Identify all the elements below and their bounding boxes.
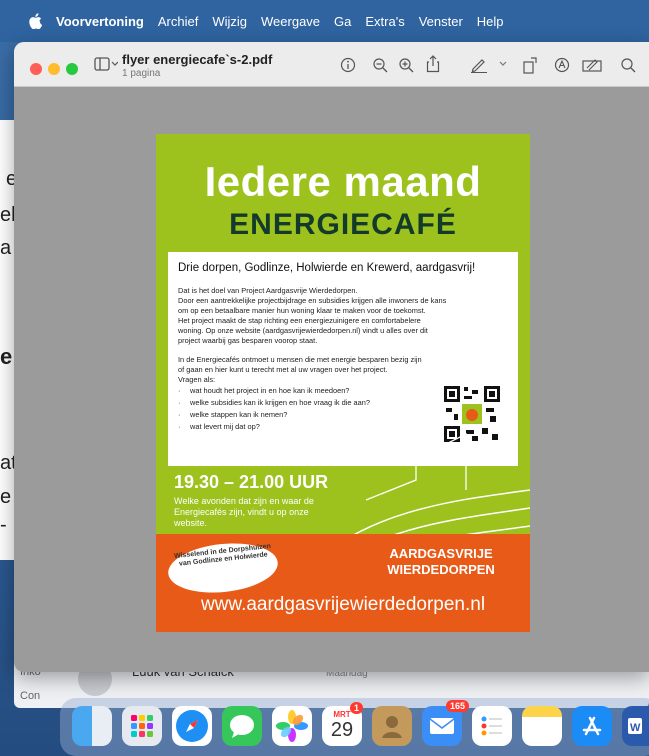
paragraph-line: In de Energiecafés ontmoet u mensen die … — [178, 355, 422, 364]
bg-text-fragment: e — [0, 344, 13, 369]
brand-name: AARDGASVRIJE WIERDEDORPEN — [387, 546, 495, 577]
paragraph-line: Het project maakt de stap richting een e… — [178, 316, 421, 325]
mail-icon[interactable] — [422, 706, 462, 746]
rotate-icon[interactable] — [522, 56, 538, 74]
calendar-badge: 1 — [350, 702, 364, 714]
reminders-icon[interactable] — [472, 706, 512, 746]
menu-archief[interactable]: Archief — [158, 14, 198, 29]
close-button[interactable] — [30, 63, 42, 75]
document-title: flyer energiecafe`s-2.pdf — [122, 52, 273, 67]
menu-wijzig[interactable]: Wijzig — [212, 14, 247, 29]
menu-bar: Voorvertoning Archief Wijzig Weergave Ga… — [0, 0, 649, 42]
markup-pen-icon[interactable] — [470, 57, 488, 73]
flyer-title: Iedere maand — [204, 158, 482, 205]
title-bar: flyer energiecafe`s-2.pdf 1 pagina — [14, 42, 649, 87]
chevron-down-icon[interactable] — [498, 60, 508, 68]
flyer-paragraph-1: Dat is het doel van Project Aardgasvrije… — [178, 286, 508, 346]
flyer-footer: Wisselend in de Dorpshuizen van Godlinze… — [156, 534, 530, 632]
menu-venster[interactable]: Venster — [419, 14, 463, 29]
notes-icon[interactable] — [522, 706, 562, 746]
safari-icon[interactable] — [172, 706, 212, 746]
zoom-out-icon[interactable] — [372, 57, 388, 73]
menu-help[interactable]: Help — [477, 14, 504, 29]
paragraph-line: Dat is het doel van Project Aardgasvrije… — [178, 286, 358, 295]
mail-badge: 165 — [446, 700, 470, 712]
photos-icon[interactable] — [272, 706, 312, 746]
document-page-count: 1 pagina — [122, 68, 161, 79]
info-icon[interactable] — [340, 57, 356, 73]
messages-icon[interactable] — [222, 706, 262, 746]
paragraph-line: Door een aantrekkelijke projectbijdrage … — [178, 296, 447, 305]
website-url: www.aardgasvrijewierdedorpen.nl — [200, 594, 486, 615]
contacts-icon[interactable] — [372, 706, 412, 746]
paragraph-line: om op een betaalbare manier hun woning k… — [178, 306, 426, 315]
share-icon[interactable] — [426, 55, 440, 73]
flyer-headline: Drie dorpen, Godlinze, Holwierde en Krew… — [178, 262, 476, 274]
word-icon[interactable]: W — [622, 706, 649, 746]
calendar-day: 29 — [330, 719, 354, 741]
finder-icon[interactable] — [72, 706, 112, 746]
annotate-icon[interactable] — [554, 57, 570, 73]
menu-ga[interactable]: Ga — [334, 14, 351, 29]
menu-voorvertoning[interactable]: Voorvertoning — [56, 14, 144, 29]
search-icon[interactable] — [620, 57, 636, 73]
form-fill-icon[interactable] — [582, 57, 602, 73]
zoom-button[interactable] — [66, 63, 78, 75]
paragraph-line: project waarbij gas besparen voorop staa… — [178, 336, 318, 345]
zoom-in-icon[interactable] — [398, 57, 414, 73]
bg-text-fragment: a — [0, 237, 12, 259]
mail-folder-concepts[interactable]: Con — [20, 690, 40, 702]
event-time: 19.30 – 21.00 UUR — [174, 472, 329, 492]
flyer-subtitle: ENERGIECAFÉ — [229, 208, 457, 241]
apple-icon[interactable] — [28, 13, 42, 29]
app-store-icon[interactable] — [572, 706, 612, 746]
menu-weergave[interactable]: Weergave — [261, 14, 320, 29]
flyer-paragraph-2: In de Energiecafés ontmoet u mensen die … — [178, 355, 508, 385]
svg-text:W: W — [630, 722, 641, 734]
preview-window: flyer energiecafe`s-2.pdf 1 pagina Ieder… — [14, 42, 649, 672]
minimize-button[interactable] — [48, 63, 60, 75]
paragraph-line: woning. Op onze website (aardgasvrijewie… — [178, 326, 428, 335]
menu-extras[interactable]: Extra's — [365, 14, 404, 29]
bg-text-fragment: - — [0, 514, 7, 536]
launchpad-icon[interactable] — [122, 706, 162, 746]
bg-text-fragment: e — [0, 486, 12, 508]
pdf-page: Iedere maand ENERGIECAFÉ Drie dorpen, Go… — [156, 134, 530, 632]
sidebar-toggle-icon[interactable] — [94, 57, 118, 71]
paragraph-line: of gaan en hier kunt u terecht met al uw… — [178, 365, 388, 374]
